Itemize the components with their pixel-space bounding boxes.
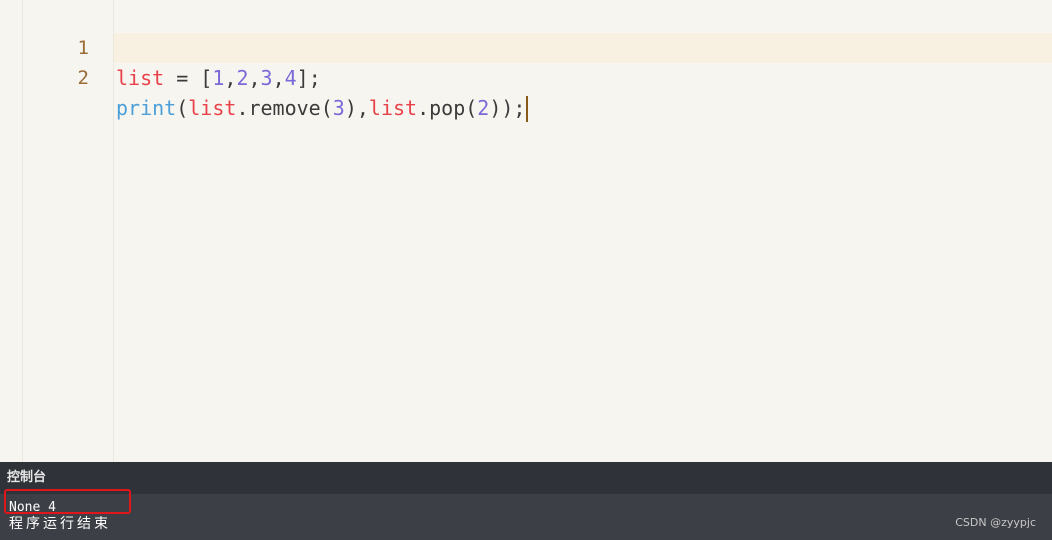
token-paren: ), — [344, 96, 369, 120]
token-number: 4 — [284, 66, 297, 90]
token-bracket: [ — [200, 66, 213, 90]
token-paren: )); — [489, 96, 526, 120]
token-paren: ( — [176, 96, 189, 120]
token-number: 1 — [212, 66, 225, 90]
token-variable: list — [368, 96, 418, 120]
token-function: print — [116, 96, 177, 120]
output-highlight-box — [4, 489, 131, 514]
console-header: 控制台 — [0, 462, 1052, 494]
token-number: 2 — [236, 66, 249, 90]
watermark: CSDN @zyypjc — [955, 516, 1036, 529]
code-editor[interactable]: 1 list = [1,2,3,4]; 2 print(list.remove(… — [0, 0, 1052, 462]
token-variable: list — [188, 96, 237, 120]
console-panel: 控制台 None 4 程序运行结束 CSDN @zyypjc — [0, 462, 1052, 540]
code-text[interactable]: list = [1,2,3,4]; — [116, 63, 321, 93]
token-number: 3 — [332, 96, 345, 120]
token-variable: list — [116, 66, 165, 90]
token-comma: , — [272, 66, 285, 90]
token-method: .remove( — [236, 96, 333, 120]
console-status: 程序运行结束 — [9, 516, 111, 532]
gutter-divider — [113, 0, 114, 462]
token-bracket: ]; — [296, 66, 321, 90]
ide-window: 1 list = [1,2,3,4]; 2 print(list.remove(… — [0, 0, 1052, 540]
line-number: 2 — [77, 67, 89, 89]
console-title: 控制台 — [7, 470, 47, 485]
token-comma: , — [224, 66, 237, 90]
token-operator: = — [164, 66, 201, 90]
code-text[interactable]: print(list.remove(3),list.pop(2)); — [116, 93, 529, 123]
token-method: .pop( — [417, 96, 478, 120]
token-number: 2 — [477, 96, 490, 120]
text-cursor — [526, 95, 529, 122]
code-line[interactable]: 1 list = [1,2,3,4]; — [0, 3, 1052, 90]
code-line-active[interactable]: 2 print(list.remove(3),list.pop(2)); — [0, 33, 1052, 122]
token-comma: , — [248, 66, 261, 90]
token-number: 3 — [260, 66, 273, 90]
